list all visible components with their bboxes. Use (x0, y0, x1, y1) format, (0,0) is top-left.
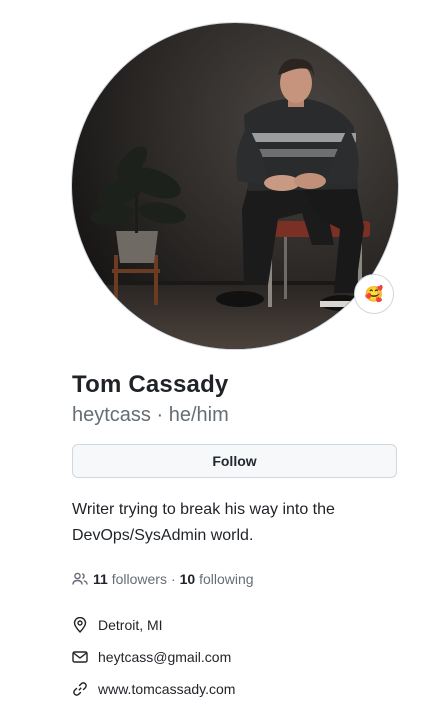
profile-subline: heytcass · he/him (72, 401, 402, 429)
detail-email: heytcass@gmail.com (72, 645, 235, 669)
mail-icon (72, 649, 90, 665)
avatar-container: 🥰 (72, 23, 398, 349)
detail-website: www.tomcassady.com (72, 677, 235, 701)
detail-location: Detroit, MI (72, 613, 235, 637)
profile-bio: Writer trying to break his way into the … (72, 501, 335, 544)
people-icon (72, 571, 88, 587)
profile-names: Tom Cassady heytcass · he/him (72, 370, 402, 429)
following-link[interactable]: 10 following (180, 569, 254, 589)
following-label: following (199, 571, 254, 587)
followers-label: followers (111, 571, 167, 587)
profile-sidebar: 🥰 Tom Cassady heytcass · he/him Follow W… (0, 0, 421, 703)
location-text: Detroit, MI (98, 617, 163, 633)
website-link[interactable]: www.tomcassady.com (98, 681, 235, 697)
stats-separator: · (170, 571, 176, 587)
status-emoji: 🥰 (364, 285, 384, 303)
followers-count: 11 (93, 571, 108, 587)
profile-pronouns: he/him (168, 404, 229, 426)
follow-button[interactable]: Follow (72, 444, 397, 478)
avatar[interactable] (72, 23, 398, 349)
status-badge[interactable]: 🥰 (354, 274, 394, 314)
location-pin-icon (72, 617, 90, 633)
separator-dot: · (156, 404, 164, 426)
avatar-photo (72, 23, 398, 349)
follow-stats: 11 followers · 10 following (72, 569, 254, 589)
email-link[interactable]: heytcass@gmail.com (98, 649, 231, 665)
profile-username: heytcass (72, 404, 151, 426)
following-count: 10 (179, 571, 196, 587)
link-icon (72, 681, 90, 697)
profile-details: Detroit, MI heytcass@gmail.com www.tomca… (72, 613, 235, 703)
profile-full-name: Tom Cassady (72, 371, 229, 398)
followers-link[interactable]: 11 followers (93, 569, 167, 589)
